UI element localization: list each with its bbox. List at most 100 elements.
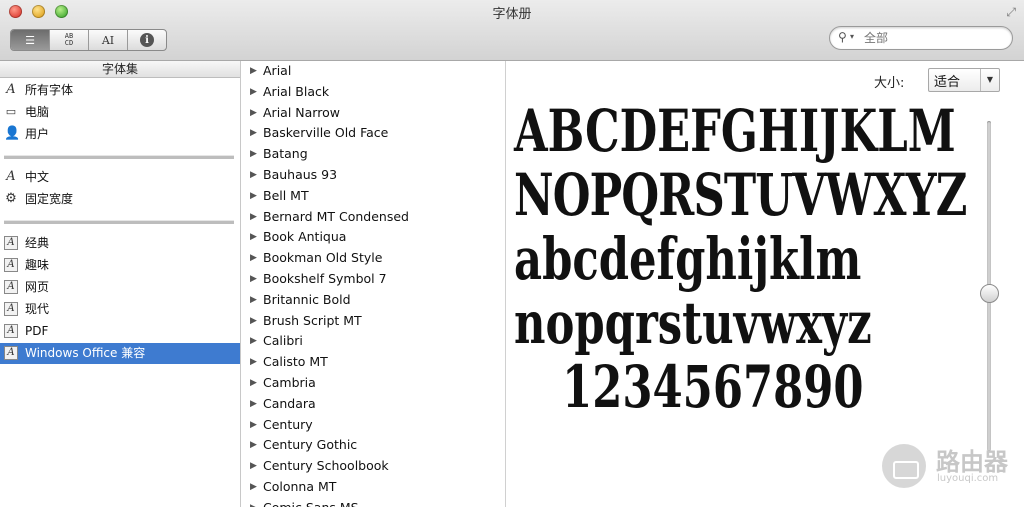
collection-item-user[interactable]: 👤 用户 [0, 124, 240, 145]
font-list-item[interactable]: ▶ Arial Black [241, 82, 505, 102]
info-icon: i [140, 33, 154, 47]
font-list-item[interactable]: ▶ Century Gothic [241, 435, 505, 455]
font-list-item[interactable]: ▶ Cambria [241, 373, 505, 393]
disclosure-triangle-icon[interactable]: ▶ [250, 248, 257, 268]
collection-icon: A [4, 280, 18, 294]
computer-icon: ▭ [5, 105, 17, 118]
search-field[interactable]: ⚲ ▾ [829, 26, 1013, 50]
font-list-item[interactable]: ▶ Britannic Bold [241, 290, 505, 310]
collection-item-fun[interactable]: A 趣味 [0, 255, 240, 276]
watermark: 路由器 luyouqi.com [882, 442, 1022, 490]
font-list-item[interactable]: ▶ Comic Sans MS [241, 498, 505, 507]
custom-view-button[interactable]: AI [89, 30, 128, 50]
list-view-button[interactable]: ☰ [11, 30, 50, 50]
size-select[interactable]: 适合 ▼ [928, 68, 1000, 92]
collection-item-classic[interactable]: A 经典 [0, 233, 240, 254]
font-list-item[interactable]: ▶ Century Schoolbook [241, 456, 505, 476]
abcd-icon: AB CD [64, 32, 74, 47]
collection-item-all-fonts[interactable]: A 所有字体 [0, 80, 240, 101]
font-icon: A [6, 169, 16, 184]
font-name: Bookshelf Symbol 7 [263, 271, 387, 286]
disclosure-triangle-icon[interactable]: ▶ [250, 311, 257, 331]
disclosure-triangle-icon[interactable]: ▶ [250, 227, 257, 247]
font-name: Century [263, 416, 313, 432]
sample-line: 1234567890 [562, 353, 864, 421]
view-mode-segmented-control: ☰ AB CD AI i [10, 29, 167, 51]
font-list-item[interactable]: ▶ Calisto MT [241, 352, 505, 372]
disclosure-triangle-icon[interactable]: ▶ [250, 269, 257, 289]
size-label: 大小: [874, 76, 905, 91]
size-slider-knob[interactable] [980, 283, 999, 303]
disclosure-triangle-icon[interactable]: ▶ [250, 186, 257, 206]
disclosure-triangle-icon[interactable]: ▶ [250, 61, 257, 81]
font-list-item[interactable]: ▶ Bookshelf Symbol 7 [241, 269, 505, 289]
fullscreen-icon[interactable]: ⤢ [1006, 5, 1016, 20]
font-list-item[interactable]: ▶ Candara [241, 394, 505, 414]
disclosure-triangle-icon[interactable]: ▶ [250, 498, 257, 507]
collection-icon: A [4, 324, 18, 338]
sample-line: NOPQRSTUVWXYZ [514, 161, 967, 229]
font-list-item[interactable]: ▶ Bell MT [241, 186, 505, 206]
collection-label: Windows Office 兼容 [25, 346, 146, 360]
disclosure-triangle-icon[interactable]: ▶ [250, 456, 257, 476]
sample-line: abcdefghijklm [514, 225, 862, 293]
disclosure-triangle-icon[interactable]: ▶ [250, 82, 257, 102]
font-list-item[interactable]: ▶ Book Antiqua [241, 227, 505, 247]
disclosure-triangle-icon[interactable]: ▶ [250, 331, 257, 351]
collection-item-windows-office[interactable]: A Windows Office 兼容 [0, 343, 240, 364]
chevron-down-icon: ▼ [980, 69, 999, 91]
collection-label: 电脑 [25, 105, 50, 119]
collection-item-computer[interactable]: ▭ 电脑 [0, 102, 240, 123]
font-name: Bauhaus 93 [263, 167, 338, 182]
disclosure-triangle-icon[interactable]: ▶ [250, 435, 257, 455]
disclosure-triangle-icon[interactable]: ▶ [250, 290, 257, 310]
font-name: Candara [263, 395, 316, 411]
disclosure-triangle-icon[interactable]: ▶ [250, 123, 257, 143]
sample-view-button[interactable]: AB CD [50, 30, 89, 50]
sample-line: nopqrstuvwxyz [514, 289, 872, 357]
collection-divider [4, 155, 234, 159]
font-name: Arial [263, 63, 292, 78]
font-list-item[interactable]: ▶ Calibri [241, 331, 505, 351]
list-icon: ☰ [25, 33, 35, 47]
search-input[interactable] [862, 30, 1006, 46]
disclosure-triangle-icon[interactable]: ▶ [250, 394, 257, 414]
disclosure-triangle-icon[interactable]: ▶ [250, 477, 257, 497]
disclosure-triangle-icon[interactable]: ▶ [250, 415, 257, 435]
disclosure-triangle-icon[interactable]: ▶ [250, 207, 257, 227]
font-name: Century Gothic [263, 437, 358, 453]
font-list-item[interactable]: ▶ Colonna MT [241, 477, 505, 497]
collection-label: 中文 [25, 170, 50, 184]
disclosure-triangle-icon[interactable]: ▶ [250, 103, 257, 123]
font-list-item[interactable]: ▶ Bernard MT Condensed [241, 207, 505, 227]
search-icon: ⚲ [838, 30, 847, 44]
font-list-item[interactable]: ▶ Bauhaus 93 [241, 165, 505, 185]
collection-item-chinese[interactable]: A 中文 [0, 167, 240, 188]
font-icon: A [6, 82, 16, 97]
font-list-item[interactable]: ▶ Bookman Old Style [241, 248, 505, 268]
font-name: Bookman Old Style [263, 250, 383, 266]
collection-label: 经典 [25, 236, 50, 250]
disclosure-triangle-icon[interactable]: ▶ [250, 373, 257, 393]
font-list-item[interactable]: ▶ Arial [241, 61, 505, 81]
collection-item-fixed-width[interactable]: ⚙ 固定宽度 [0, 189, 240, 210]
font-name: Britannic Bold [263, 291, 351, 307]
font-list-item[interactable]: ▶ Baskerville Old Face [241, 123, 505, 143]
user-icon: 👤 [4, 126, 21, 141]
collection-icon: A [4, 258, 18, 272]
font-list-item[interactable]: ▶ Arial Narrow [241, 103, 505, 123]
info-view-button[interactable]: i [128, 30, 166, 50]
font-list-item[interactable]: ▶ Century [241, 415, 505, 435]
font-name: Baskerville Old Face [263, 125, 389, 141]
font-list-item[interactable]: ▶ Brush Script MT [241, 311, 505, 331]
font-list-pane: ▶ Arial ▶ Arial Black ▶ Arial Narrow ▶ Baskervi… [241, 61, 506, 507]
collection-item-web[interactable]: A 网页 [0, 277, 240, 298]
collection-item-pdf[interactable]: A PDF [0, 321, 240, 342]
font-name: Bernard MT Condensed [263, 208, 409, 224]
disclosure-triangle-icon[interactable]: ▶ [250, 165, 257, 185]
collection-item-modern[interactable]: A 现代 [0, 299, 240, 320]
disclosure-triangle-icon[interactable]: ▶ [250, 144, 257, 164]
disclosure-triangle-icon[interactable]: ▶ [250, 352, 257, 372]
search-menu-chevron-icon[interactable]: ▾ [850, 32, 854, 41]
font-list-item[interactable]: ▶ Batang [241, 144, 505, 164]
